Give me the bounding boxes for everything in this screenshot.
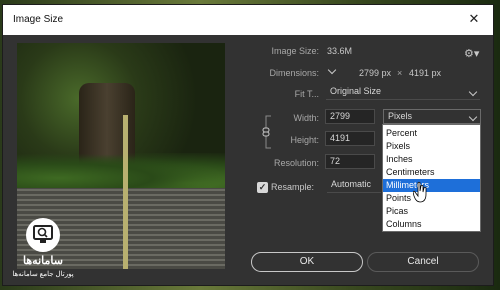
resolution-label: Resolution: bbox=[273, 158, 319, 168]
unit-option-millimeters[interactable]: Millimeters bbox=[383, 179, 480, 192]
watermark-name: سامانه‌ها bbox=[23, 255, 63, 267]
watermark-tagline: پورتال جامع سامانه‌ها bbox=[12, 271, 74, 278]
fit-to-select[interactable]: Original Size bbox=[326, 85, 480, 100]
width-label: Width: bbox=[293, 113, 319, 123]
unit-option-columns[interactable]: Columns bbox=[383, 218, 480, 231]
chevron-down-icon bbox=[468, 87, 478, 97]
cancel-button[interactable]: Cancel bbox=[367, 252, 479, 272]
close-icon[interactable]: ✕ bbox=[467, 12, 481, 26]
image-size-value: 33.6M bbox=[327, 46, 353, 56]
width-unit-select[interactable]: Pixels bbox=[383, 109, 481, 124]
dimensions-times: × bbox=[397, 68, 403, 78]
resolution-input[interactable]: 72 bbox=[325, 154, 375, 169]
width-unit-value: Pixels bbox=[388, 111, 413, 121]
unit-option-picas[interactable]: Picas bbox=[383, 205, 480, 218]
watermark-logo: سامانه‌ها پورتال جامع سامانه‌ها bbox=[8, 218, 78, 282]
dialog-titlebar: Image Size ✕ bbox=[3, 5, 493, 35]
monitor-search-icon bbox=[33, 225, 53, 243]
logo-circle bbox=[26, 218, 60, 252]
unit-option-inches[interactable]: Inches bbox=[383, 153, 480, 166]
dialog-title: Image Size bbox=[13, 14, 64, 25]
gear-icon[interactable]: ⚙▾ bbox=[464, 49, 479, 60]
resample-select[interactable]: Automatic bbox=[327, 178, 381, 193]
height-label: Height: bbox=[290, 135, 319, 145]
ok-button[interactable]: OK bbox=[251, 252, 363, 272]
dimensions-label: Dimensions: bbox=[269, 68, 319, 78]
fit-to-value: Original Size bbox=[330, 86, 382, 96]
unit-option-centimeters[interactable]: Centimeters bbox=[383, 166, 480, 179]
resample-checkbox[interactable]: ✓ bbox=[257, 182, 268, 193]
image-size-label: Image Size: bbox=[271, 46, 319, 56]
unit-option-percent[interactable]: Percent bbox=[383, 127, 480, 140]
preview-pole bbox=[123, 115, 128, 269]
width-input[interactable]: 2799 bbox=[325, 109, 375, 124]
unit-option-pixels[interactable]: Pixels bbox=[383, 140, 480, 153]
chevron-down-icon bbox=[468, 112, 478, 122]
dimensions-height: 4191 px bbox=[409, 68, 442, 78]
dimensions-chevron-icon[interactable] bbox=[327, 65, 337, 77]
dimensions-width: 2799 px bbox=[359, 68, 392, 78]
fit-to-label: Fit T... bbox=[294, 89, 319, 99]
height-input[interactable]: 4191 bbox=[325, 131, 375, 146]
resample-value: Automatic bbox=[331, 179, 372, 189]
mouse-cursor-icon bbox=[413, 181, 427, 203]
resample-label: Resample: bbox=[271, 182, 315, 192]
unit-option-points[interactable]: Points bbox=[383, 192, 480, 205]
unit-dropdown-list: Percent Pixels Inches Centimeters Millim… bbox=[382, 124, 481, 232]
